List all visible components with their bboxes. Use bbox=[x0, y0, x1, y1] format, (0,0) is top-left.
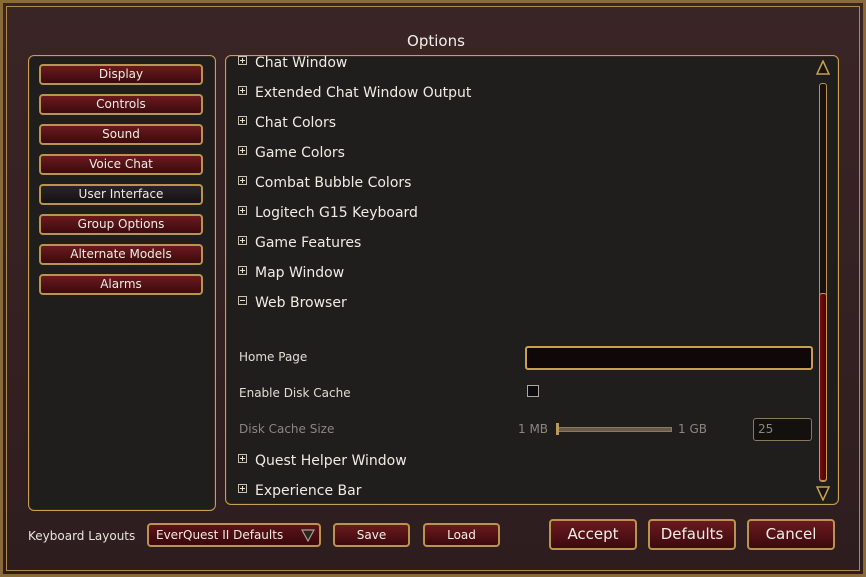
expand-icon[interactable] bbox=[238, 86, 247, 95]
scroll-down-arrow-icon[interactable] bbox=[815, 485, 831, 501]
slider-min-label: 1 MB bbox=[518, 422, 549, 436]
keyboard-layout-value: EverQuest II Defaults bbox=[156, 528, 284, 542]
expand-icon[interactable] bbox=[238, 454, 247, 463]
options-panel: Chat Window Extended Chat Window Output … bbox=[225, 55, 839, 505]
nav-button-voice-chat[interactable]: Voice Chat bbox=[39, 154, 203, 175]
section-game-features[interactable]: Game Features bbox=[238, 235, 361, 255]
disk-cache-size-label: Disk Cache Size bbox=[239, 422, 335, 436]
expand-icon[interactable] bbox=[238, 56, 247, 65]
enable-disk-cache-checkbox[interactable] bbox=[527, 385, 539, 397]
scroll-up-arrow-icon[interactable] bbox=[815, 60, 831, 76]
section-combat-bubble-colors[interactable]: Combat Bubble Colors bbox=[238, 175, 411, 195]
section-label: Quest Helper Window bbox=[255, 453, 407, 469]
nav-button-display[interactable]: Display bbox=[39, 64, 203, 85]
nav-button-group-options[interactable]: Group Options bbox=[39, 214, 203, 235]
accept-button[interactable]: Accept bbox=[549, 519, 637, 550]
expand-icon[interactable] bbox=[238, 206, 247, 215]
section-experience-bar[interactable]: Experience Bar bbox=[238, 483, 361, 503]
defaults-button[interactable]: Defaults bbox=[648, 519, 736, 550]
disk-cache-slider-thumb[interactable] bbox=[556, 423, 559, 435]
expand-icon[interactable] bbox=[238, 484, 247, 493]
keyboard-layouts-label: Keyboard Layouts bbox=[28, 529, 136, 543]
options-window: Options Display Controls Sound Voice Cha… bbox=[0, 0, 866, 577]
section-logitech-g15-keyboard[interactable]: Logitech G15 Keyboard bbox=[238, 205, 418, 225]
section-label: Game Colors bbox=[255, 145, 345, 161]
expand-icon[interactable] bbox=[238, 176, 247, 185]
nav-button-user-interface[interactable]: User Interface bbox=[39, 184, 203, 205]
cancel-button[interactable]: Cancel bbox=[747, 519, 835, 550]
enable-disk-cache-label: Enable Disk Cache bbox=[239, 386, 351, 400]
home-page-input[interactable] bbox=[525, 346, 813, 370]
section-map-window[interactable]: Map Window bbox=[238, 265, 344, 285]
expand-icon[interactable] bbox=[238, 236, 247, 245]
section-label: Game Features bbox=[255, 235, 362, 251]
section-label: Chat Colors bbox=[255, 115, 337, 131]
section-game-colors[interactable]: Game Colors bbox=[238, 145, 345, 165]
scrollbar-thumb[interactable] bbox=[819, 293, 827, 481]
expand-icon[interactable] bbox=[238, 146, 247, 155]
section-chat-colors[interactable]: Chat Colors bbox=[238, 115, 336, 135]
home-page-label: Home Page bbox=[239, 350, 308, 364]
section-label: Chat Window bbox=[255, 55, 348, 71]
load-layout-button[interactable]: Load bbox=[423, 523, 500, 547]
chevron-down-icon bbox=[301, 529, 315, 542]
section-extended-chat-window-output[interactable]: Extended Chat Window Output bbox=[238, 85, 471, 105]
nav-button-alternate-models[interactable]: Alternate Models bbox=[39, 244, 203, 265]
section-web-browser[interactable]: Web Browser bbox=[238, 295, 347, 315]
expand-icon[interactable] bbox=[238, 266, 247, 275]
nav-button-alarms[interactable]: Alarms bbox=[39, 274, 203, 295]
slider-max-label: 1 GB bbox=[678, 422, 707, 436]
section-label: Logitech G15 Keyboard bbox=[255, 205, 418, 221]
window-title: Options bbox=[407, 32, 465, 50]
disk-cache-size-input[interactable]: 25 bbox=[753, 418, 812, 441]
section-label: Web Browser bbox=[255, 295, 347, 311]
section-chat-window[interactable]: Chat Window bbox=[238, 55, 348, 75]
nav-button-controls[interactable]: Controls bbox=[39, 94, 203, 115]
nav-button-sound[interactable]: Sound bbox=[39, 124, 203, 145]
section-label: Combat Bubble Colors bbox=[255, 175, 412, 191]
collapse-icon[interactable] bbox=[238, 296, 247, 305]
section-label: Map Window bbox=[255, 265, 345, 281]
disk-cache-slider[interactable] bbox=[556, 427, 672, 432]
keyboard-layout-select[interactable]: EverQuest II Defaults bbox=[147, 523, 321, 547]
expand-icon[interactable] bbox=[238, 116, 247, 125]
section-quest-helper-window[interactable]: Quest Helper Window bbox=[238, 453, 407, 473]
save-layout-button[interactable]: Save bbox=[333, 523, 410, 547]
section-label: Experience Bar bbox=[255, 483, 362, 499]
section-label: Extended Chat Window Output bbox=[255, 85, 472, 101]
category-nav: Display Controls Sound Voice Chat User I… bbox=[28, 55, 216, 511]
